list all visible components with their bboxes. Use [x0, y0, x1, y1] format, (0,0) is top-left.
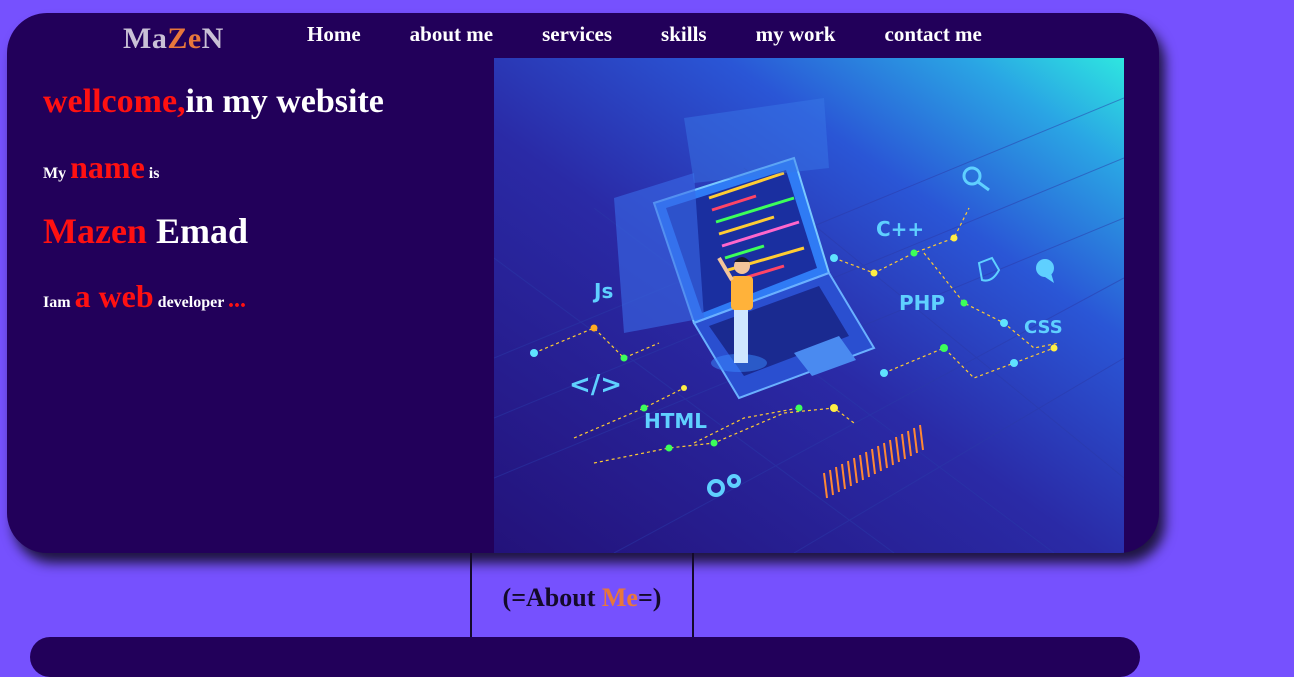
logo-accent: Ze — [167, 22, 202, 55]
barcode-graphic — [823, 424, 924, 499]
shield-icon — [977, 256, 1001, 282]
intro-text: wellcome,in my website My name is Mazen … — [43, 83, 384, 315]
my-label: My — [43, 165, 67, 182]
developer-illustration: Js C++ PHP CSS HTML </> — [494, 58, 1124, 553]
svg-text:C++: C++ — [876, 217, 924, 241]
is-word: is — [148, 165, 160, 182]
nav-home[interactable]: Home — [307, 22, 361, 47]
first-name: Mazen — [43, 211, 147, 251]
logo-part1: Ma — [123, 22, 168, 55]
name-word: name — [70, 149, 145, 185]
welcome-heading: wellcome,in my website — [43, 83, 384, 121]
nav-about-me[interactable]: about me — [410, 22, 493, 47]
svg-text:HTML: HTML — [644, 409, 707, 433]
about-me-heading: (=About Me=) — [472, 583, 692, 613]
svg-text:</>: </> — [569, 370, 622, 400]
magnifier-icon — [962, 166, 990, 192]
gears-icon — [707, 474, 741, 497]
location-pin-icon — [1036, 259, 1054, 283]
hero-section: MaZeN Home about me services skills my w… — [7, 13, 1159, 553]
logo-part2: N — [201, 22, 224, 55]
about-accent: Me — [601, 583, 638, 612]
nav-services[interactable]: services — [542, 22, 612, 47]
nav-contact-me[interactable]: contact me — [885, 22, 982, 47]
isometric-laptop-illustration: Js C++ PHP CSS HTML </> — [494, 97, 1124, 553]
name-intro-line: My name is — [43, 149, 384, 186]
next-section-edge — [30, 637, 1140, 677]
ellipsis: ... — [228, 287, 247, 313]
welcome-red: wellcome, — [43, 83, 186, 120]
developer-word: developer — [157, 294, 225, 311]
about-me-heading-box: (=About Me=) — [470, 553, 694, 643]
iam-word: Iam — [43, 294, 71, 311]
about-open: (=About — [502, 583, 602, 612]
svg-text:PHP: PHP — [899, 291, 945, 315]
svg-text:Js: Js — [592, 279, 613, 303]
svg-text:CSS: CSS — [1024, 317, 1063, 338]
last-name: Emad — [155, 211, 248, 251]
main-nav: Home about me services skills my work co… — [307, 22, 982, 47]
about-close: =) — [637, 583, 662, 612]
nav-my-work[interactable]: my work — [756, 22, 836, 47]
nav-skills[interactable]: skills — [661, 22, 707, 47]
a-web-words: a web — [74, 278, 154, 314]
welcome-rest: in my website — [185, 83, 384, 120]
full-name: Mazen Emad — [43, 210, 384, 252]
role-line: Iam a web developer ... — [43, 278, 384, 315]
site-logo[interactable]: MaZeN — [123, 22, 224, 56]
